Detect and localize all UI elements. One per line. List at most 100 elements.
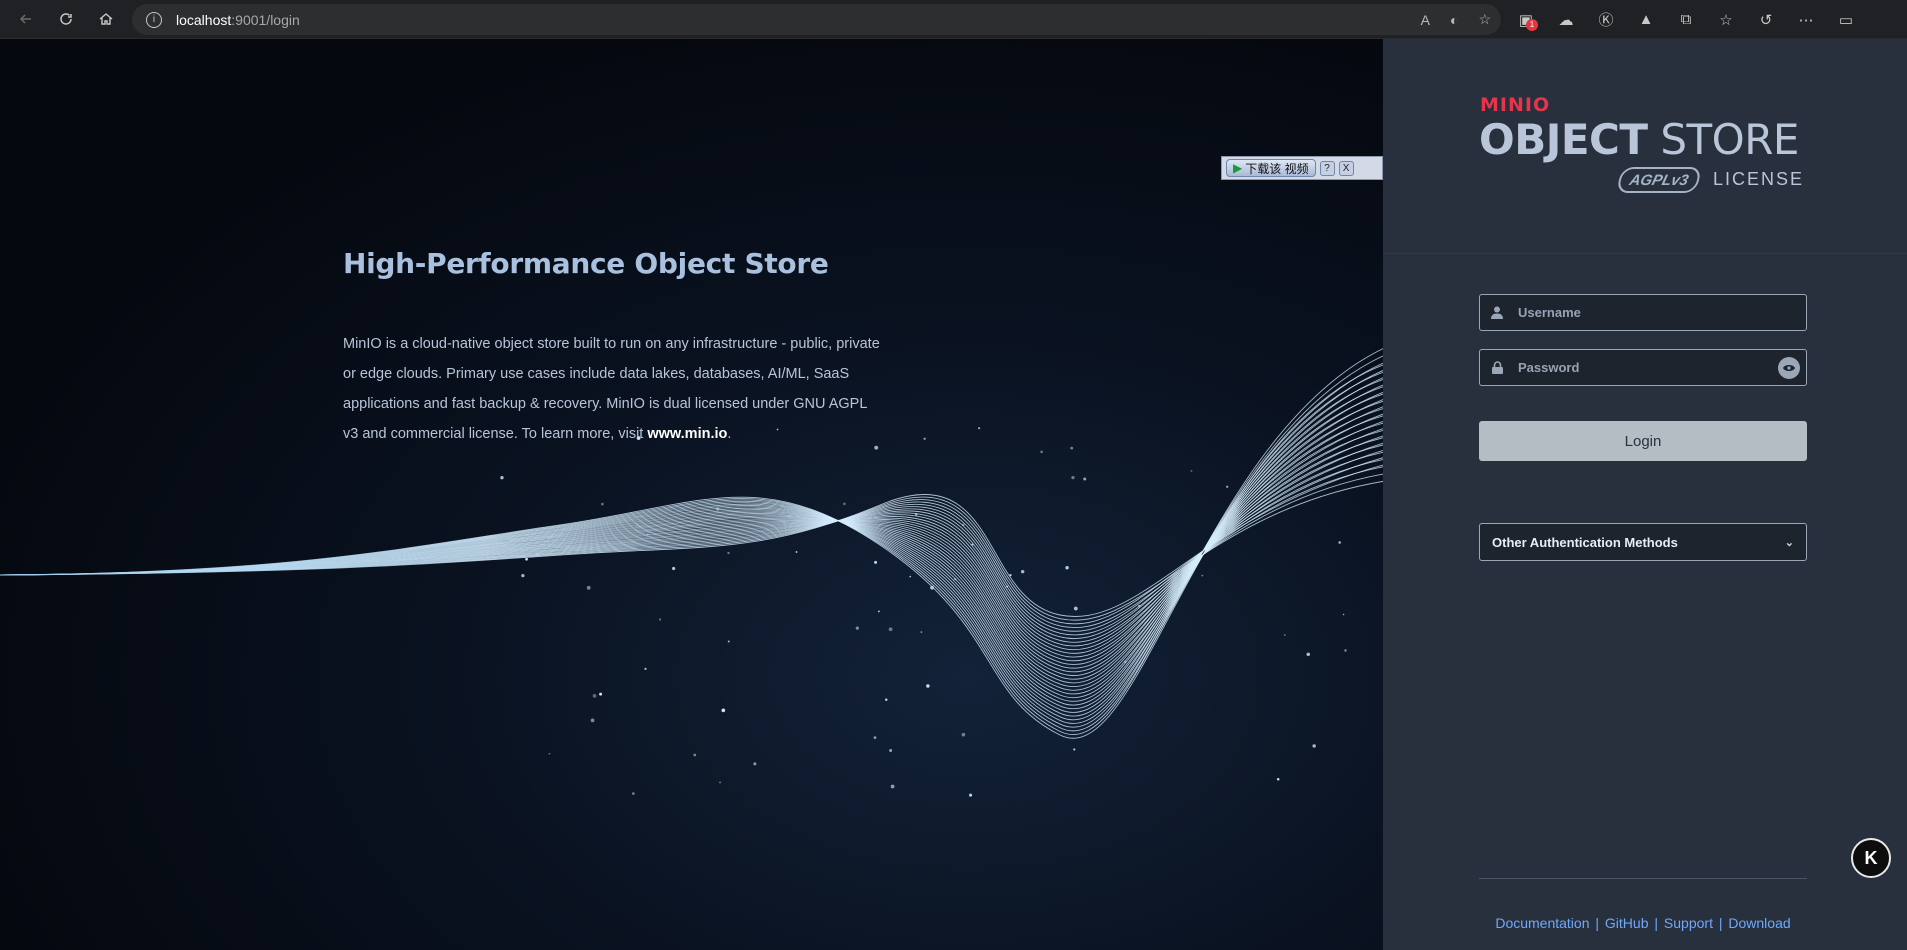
wave-particle — [890, 784, 895, 789]
close-widget-button[interactable]: X — [1338, 160, 1354, 176]
footer-separator: | — [1718, 915, 1723, 931]
wave-particle — [885, 698, 888, 701]
wave-particle — [915, 512, 918, 516]
logo-object-word: OBJECT — [1479, 115, 1648, 164]
support-link[interactable]: Support — [1664, 915, 1713, 931]
floating-k-button[interactable]: K — [1851, 838, 1891, 878]
extension-triangle-icon[interactable]: ▲ — [1635, 9, 1657, 31]
wave-line — [0, 451, 1383, 651]
username-field[interactable] — [1479, 294, 1807, 331]
password-field[interactable] — [1479, 349, 1807, 386]
help-button[interactable]: ? — [1319, 160, 1335, 176]
address-bar[interactable]: i localhost:9001/login A ◐ ☆ — [132, 4, 1501, 35]
wave-line — [0, 430, 1383, 673]
wave-particle — [632, 792, 635, 795]
wave-particle — [1071, 475, 1075, 480]
wave-particle — [1073, 606, 1078, 611]
wave-particle — [1073, 748, 1076, 751]
wave-particle — [1065, 566, 1069, 570]
wave-particle — [909, 575, 912, 578]
wave-particle — [500, 476, 504, 480]
wave-particle — [727, 551, 730, 555]
history-icon[interactable]: ↺ — [1755, 9, 1777, 31]
more-menu-icon[interactable]: ⋯ — [1795, 9, 1817, 31]
wave-particle — [1306, 652, 1310, 657]
wave-line — [0, 437, 1383, 665]
wave-particle — [1006, 585, 1009, 588]
download-link[interactable]: Download — [1728, 915, 1790, 931]
other-auth-label: Other Authentication Methods — [1492, 534, 1678, 550]
wave-particle — [977, 426, 981, 430]
footer-separator: | — [1654, 915, 1659, 931]
wave-line — [0, 466, 1383, 636]
wave-particle — [1083, 477, 1087, 481]
wave-particle — [954, 578, 957, 581]
login-panel: MINIO OBJECT STORE AGPLv3 LICENSE Login … — [1383, 39, 1907, 950]
hero-description: MinIO is a cloud-native object store bui… — [343, 329, 883, 449]
wave-particle — [548, 752, 551, 755]
video-download-widget: ▶ 下载该 视频 ? X — [1221, 156, 1383, 180]
extensions-puzzle-icon[interactable]: ⧉ — [1675, 9, 1697, 31]
hero-background: High-Performance Object Store MinIO is a… — [0, 39, 1383, 950]
wave-particle — [1344, 649, 1347, 652]
extension-cloud-icon[interactable]: ☁ — [1555, 9, 1577, 31]
wave-particle — [889, 748, 893, 752]
wave-particle — [1009, 573, 1012, 577]
wave-particle — [920, 631, 923, 634]
read-aloud-icon[interactable]: A — [1421, 12, 1430, 28]
wave-particle — [672, 566, 676, 571]
wave-line — [0, 408, 1383, 695]
minio-logo: MINIO — [1480, 94, 1551, 116]
hero-description-end: . — [727, 426, 732, 442]
login-button[interactable]: Login — [1479, 421, 1807, 461]
wave-particle — [1040, 450, 1043, 454]
github-link[interactable]: GitHub — [1605, 915, 1649, 931]
wave-particle — [873, 736, 877, 739]
wave-particle — [644, 667, 647, 670]
wave-particle — [877, 610, 880, 613]
sidebar-toggle-icon[interactable]: ▭ — [1835, 9, 1857, 31]
wave-particle — [590, 718, 595, 723]
home-icon[interactable] — [92, 5, 120, 33]
info-icon[interactable]: i — [146, 11, 162, 28]
other-auth-methods-dropdown[interactable]: Other Authentication Methods ⌄ — [1479, 523, 1807, 561]
logo-store-word: STORE — [1647, 115, 1799, 164]
wave-particle — [874, 560, 878, 564]
browser-toolbar: i localhost:9001/login A ◐ ☆ ▣ 1 ☁ Ⓚ ▲ ⧉ … — [0, 0, 1907, 39]
url-host: localhost — [176, 11, 232, 28]
password-input[interactable] — [1518, 360, 1758, 375]
wave-particle — [753, 762, 757, 766]
show-password-eye-icon[interactable] — [1778, 357, 1800, 379]
back-icon[interactable] — [12, 5, 40, 33]
url-path: :9001/login — [231, 11, 300, 28]
footer-divider — [1479, 878, 1807, 879]
wave-line — [0, 444, 1383, 658]
wave-particle — [1312, 744, 1316, 748]
object-store-logo: OBJECT STORE — [1479, 115, 1799, 164]
wave-particle — [1138, 604, 1141, 608]
wave-particle — [855, 626, 859, 630]
edge-icon[interactable]: ◐ — [1450, 12, 1458, 28]
wave-particle — [926, 684, 930, 688]
favorite-star-icon[interactable]: ☆ — [1478, 11, 1491, 28]
download-video-button[interactable]: ▶ 下载该 视频 — [1226, 159, 1316, 177]
wave-particle — [715, 507, 720, 511]
documentation-link[interactable]: Documentation — [1495, 915, 1589, 931]
wave-particle — [1338, 541, 1341, 544]
wave-particle — [721, 708, 726, 713]
minio-website-link[interactable]: www.min.io — [647, 426, 727, 442]
wave-illustration — [0, 348, 1383, 797]
wave-particle — [1342, 613, 1345, 616]
lock-icon — [1490, 361, 1504, 374]
wave-line — [0, 459, 1383, 643]
agpl-logo: AGPLv3 — [1615, 167, 1703, 193]
extension-badge-icon[interactable]: ▣ 1 — [1515, 9, 1538, 31]
favorites-icon[interactable]: ☆ — [1715, 9, 1737, 31]
chevron-down-icon: ⌄ — [1784, 536, 1794, 549]
extension-k-icon[interactable]: Ⓚ — [1595, 9, 1617, 31]
username-input[interactable] — [1518, 305, 1758, 320]
wave-particle — [1201, 574, 1204, 577]
wave-particle — [536, 553, 539, 556]
wave-particle — [843, 502, 846, 506]
reload-icon[interactable] — [52, 5, 80, 33]
